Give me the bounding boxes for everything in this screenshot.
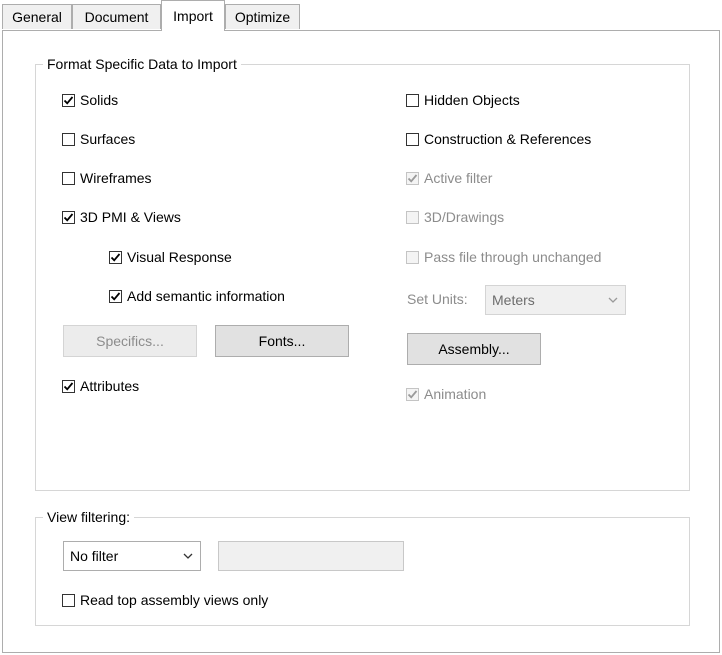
attributes-label: Attributes xyxy=(80,378,140,394)
animation-checkbox[interactable]: Animation xyxy=(406,384,486,404)
semantic-info-label: Add semantic information xyxy=(127,288,285,304)
drawings-3d-label: 3D/Drawings xyxy=(424,209,505,225)
tab-general-label: General xyxy=(12,9,62,25)
active-filter-checkbox[interactable]: Active filter xyxy=(406,168,492,188)
solids-label: Solids xyxy=(80,92,119,108)
hidden-objects-label: Hidden Objects xyxy=(424,92,520,108)
specifics-button-label: Specifics... xyxy=(96,333,164,349)
semantic-info-checkbox[interactable]: Add semantic information xyxy=(109,286,285,306)
checkmark-icon xyxy=(407,173,418,183)
hidden-objects-checkbox-box xyxy=(406,93,419,107)
chevron-down-icon xyxy=(183,542,193,570)
active-filter-label: Active filter xyxy=(424,170,493,186)
pmi-views-label: 3D PMI & Views xyxy=(80,209,181,225)
drawings-3d-checkbox-box xyxy=(406,210,419,224)
semantic-info-checkbox-box xyxy=(109,289,122,303)
read-top-assembly-checkbox-box xyxy=(62,593,75,607)
solids-checkbox-box xyxy=(62,93,75,107)
read-top-assembly-checkbox[interactable]: Read top assembly views only xyxy=(62,590,268,610)
tab-optimize-label: Optimize xyxy=(234,9,291,25)
set-units-select[interactable]: Meters xyxy=(485,285,626,315)
wireframes-checkbox-box xyxy=(62,171,75,185)
tab-bar: General Document Import Optimize xyxy=(0,0,722,31)
read-top-assembly-label: Read top assembly views only xyxy=(80,592,269,608)
pmi-views-checkbox-box xyxy=(62,210,75,224)
solids-checkbox[interactable]: Solids xyxy=(62,90,118,110)
pass-through-checkbox-box xyxy=(406,250,419,264)
pass-through-label: Pass file through unchanged xyxy=(424,249,602,265)
wireframes-label: Wireframes xyxy=(80,170,152,186)
active-filter-checkbox-box xyxy=(406,171,419,185)
fonts-button-label: Fonts... xyxy=(258,333,306,349)
wireframes-checkbox[interactable]: Wireframes xyxy=(62,168,152,188)
attributes-checkbox[interactable]: Attributes xyxy=(62,376,139,396)
checkmark-icon xyxy=(63,381,74,391)
surfaces-checkbox-box xyxy=(62,132,75,146)
assembly-button-label: Assembly... xyxy=(438,341,510,357)
checkmark-icon xyxy=(110,252,121,262)
construction-refs-checkbox-box xyxy=(406,132,419,146)
set-units-value: Meters xyxy=(492,292,535,308)
attributes-checkbox-box xyxy=(62,379,75,393)
construction-refs-label: Construction & References xyxy=(424,131,592,147)
checkmark-icon xyxy=(110,291,121,301)
animation-checkbox-box xyxy=(406,387,419,401)
view-filter-text-field[interactable] xyxy=(218,541,404,571)
drawings-3d-checkbox[interactable]: 3D/Drawings xyxy=(406,207,504,227)
tab-document[interactable]: Document xyxy=(72,4,161,29)
fonts-button[interactable]: Fonts... xyxy=(215,325,349,357)
construction-refs-checkbox[interactable]: Construction & References xyxy=(406,129,591,149)
visual-response-checkbox-box xyxy=(109,250,122,264)
pass-through-checkbox[interactable]: Pass file through unchanged xyxy=(406,247,601,267)
surfaces-label: Surfaces xyxy=(80,131,136,147)
set-units-label: Set Units: xyxy=(407,291,468,307)
chevron-down-icon xyxy=(608,286,618,314)
tab-document-label: Document xyxy=(84,9,149,25)
visual-response-checkbox[interactable]: Visual Response xyxy=(109,247,232,267)
view-filtering-title: View filtering: xyxy=(43,508,135,526)
checkmark-icon xyxy=(63,212,74,222)
import-tab-page: Format Specific Data to Import Solids Su… xyxy=(2,30,720,653)
checkmark-icon xyxy=(407,389,418,399)
view-filter-select[interactable]: No filter xyxy=(63,541,201,571)
animation-label: Animation xyxy=(424,386,487,402)
pmi-views-checkbox[interactable]: 3D PMI & Views xyxy=(62,207,181,227)
tab-general[interactable]: General xyxy=(2,4,72,29)
visual-response-label: Visual Response xyxy=(127,249,232,265)
specifics-button[interactable]: Specifics... xyxy=(63,325,197,357)
checkmark-icon xyxy=(63,95,74,105)
surfaces-checkbox[interactable]: Surfaces xyxy=(62,129,135,149)
format-specific-title: Format Specific Data to Import xyxy=(43,55,241,73)
assembly-button[interactable]: Assembly... xyxy=(407,333,541,365)
view-filter-value: No filter xyxy=(70,548,119,564)
tab-import-label: Import xyxy=(173,8,213,24)
tab-optimize[interactable]: Optimize xyxy=(225,4,300,29)
tab-import[interactable]: Import xyxy=(161,0,225,31)
hidden-objects-checkbox[interactable]: Hidden Objects xyxy=(406,90,520,110)
